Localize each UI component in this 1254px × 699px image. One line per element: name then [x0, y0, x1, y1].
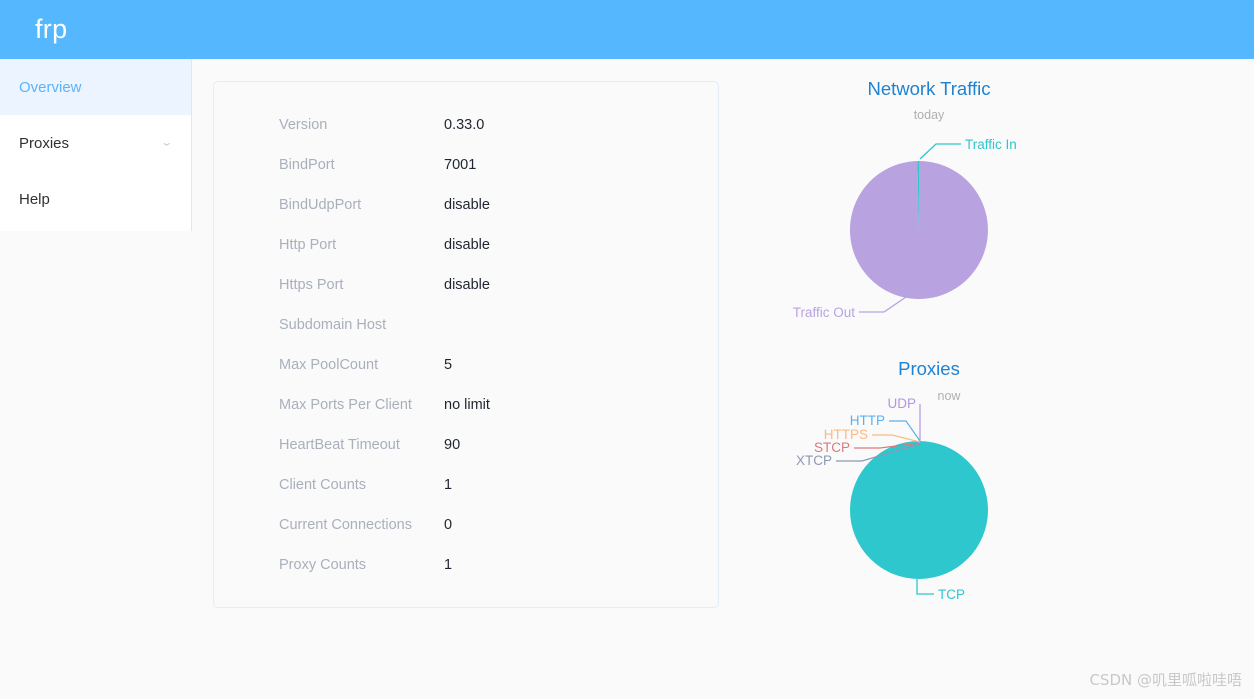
info-value: 5	[444, 357, 453, 373]
app-header: frp	[0, 0, 1254, 59]
table-row: Proxy Counts 1	[214, 557, 718, 597]
info-label: BindUdpPort	[279, 197, 362, 213]
sidebar-item-proxies[interactable]: Proxies ⌄	[0, 115, 191, 171]
table-row: Max PoolCount 5	[214, 357, 718, 397]
table-row: Max Ports Per Client no limit	[214, 397, 718, 437]
pie-slice-tcp[interactable]	[850, 441, 988, 579]
pie-leader-traffic-in	[919, 143, 961, 160]
info-value: 0.33.0	[444, 117, 485, 133]
pie-label-udp: UDP	[887, 396, 916, 411]
info-label: Http Port	[279, 237, 337, 253]
info-label: Max PoolCount	[279, 357, 379, 373]
info-value: 1	[444, 477, 453, 493]
pie-leader-https	[872, 434, 921, 443]
watermark: CSDN @叽里呱啦哇唔	[1089, 671, 1242, 689]
info-value: no limit	[444, 397, 490, 413]
info-label: Proxy Counts	[279, 557, 367, 573]
server-info-card: Version 0.33.0 BindPort 7001 BindUdpPort…	[213, 81, 719, 608]
table-row: BindPort 7001	[214, 157, 718, 197]
pie-label-tcp: TCP	[938, 587, 965, 602]
info-value: disable	[444, 197, 490, 213]
table-row: Http Port disable	[214, 237, 718, 277]
info-label: Current Connections	[279, 517, 412, 533]
info-label: Max Ports Per Client	[279, 397, 412, 413]
table-row: BindUdpPort disable	[214, 197, 718, 237]
pie-leader-tcp	[916, 579, 934, 595]
info-label: HeartBeat Timeout	[279, 437, 400, 453]
info-value: 90	[444, 437, 461, 453]
proxies-chart[interactable]: Proxies now UDP HTTP HTTPS STCP XTCP TCP	[784, 358, 1074, 613]
info-value: 0	[444, 517, 453, 533]
info-label: Client Counts	[279, 477, 367, 493]
table-row: Current Connections 0	[214, 517, 718, 557]
info-label: Version	[279, 117, 328, 133]
table-row: Https Port disable	[214, 277, 718, 317]
pie-leader-traffic-out	[859, 296, 907, 313]
pie-label-traffic-in: Traffic In	[965, 137, 1017, 152]
table-row: Client Counts 1	[214, 477, 718, 517]
proxies-pie-svg: UDP HTTP HTTPS STCP XTCP TCP	[796, 396, 988, 602]
pie-label-xtcp: XTCP	[796, 453, 832, 468]
pie-label-traffic-out: Traffic Out	[793, 305, 856, 320]
info-label: Https Port	[279, 277, 344, 293]
table-row: Subdomain Host	[214, 317, 718, 357]
sidebar-item-label: Overview	[19, 78, 82, 96]
table-row: HeartBeat Timeout 90	[214, 437, 718, 477]
info-label: Subdomain Host	[279, 317, 387, 333]
network-traffic-chart[interactable]: Network Traffic today Traffic In Traffic…	[784, 78, 1074, 343]
chevron-down-icon: ⌄	[160, 137, 173, 148]
table-row: Version 0.33.0	[214, 117, 718, 157]
sidebar-item-label: Proxies	[19, 134, 70, 152]
info-label: BindPort	[279, 157, 335, 173]
info-value: 7001	[444, 157, 477, 173]
pie-label-http: HTTP	[850, 413, 885, 428]
sidebar-nav: Overview Proxies ⌄ Help	[0, 59, 192, 231]
info-value: disable	[444, 237, 490, 253]
app-brand-title: frp	[35, 14, 68, 44]
sidebar-item-overview[interactable]: Overview	[0, 59, 191, 115]
info-value: disable	[444, 277, 490, 293]
network-traffic-pie-svg: Traffic In Traffic Out	[793, 137, 1017, 320]
sidebar-item-label: Help	[19, 190, 50, 208]
sidebar-item-help[interactable]: Help	[0, 171, 191, 227]
info-value: 1	[444, 557, 453, 573]
